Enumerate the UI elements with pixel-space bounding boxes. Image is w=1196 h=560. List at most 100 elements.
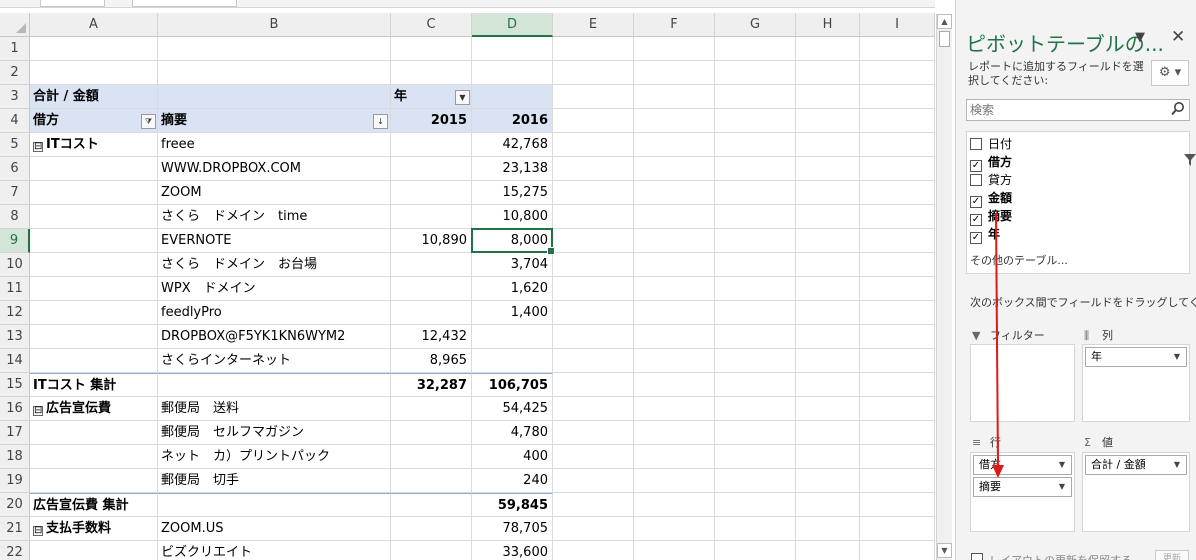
cell-d1[interactable] xyxy=(472,37,553,61)
cell-e6[interactable] xyxy=(553,157,634,181)
collapse-icon[interactable]: ⊟ xyxy=(33,142,43,152)
row-header[interactable]: 21 xyxy=(0,517,30,541)
cell-a5[interactable]: ⊟ ITコスト xyxy=(30,133,158,157)
cell-b7[interactable]: ZOOM xyxy=(158,181,391,205)
cell-e3[interactable] xyxy=(553,85,634,109)
cell-b5[interactable]: freee xyxy=(158,133,391,157)
column-header-b[interactable]: B xyxy=(158,13,391,37)
checkbox-icon[interactable] xyxy=(970,174,982,186)
cell-a1[interactable] xyxy=(30,37,158,61)
cell-i16[interactable] xyxy=(860,397,935,421)
chevron-down-icon[interactable]: ▼ xyxy=(1174,348,1180,366)
cell-i15[interactable] xyxy=(860,373,935,397)
cell-a20[interactable]: 広告宣伝費 集計 xyxy=(30,493,158,517)
cell-g1[interactable] xyxy=(715,37,796,61)
cell-d6[interactable]: 23,138 xyxy=(472,157,553,181)
cell-c15[interactable]: 32,287 xyxy=(391,373,472,397)
cell-f3[interactable] xyxy=(634,85,715,109)
scroll-down-icon[interactable]: ▼ xyxy=(937,543,952,558)
cell-d9[interactable]: 8,000 xyxy=(472,229,553,253)
cell-f8[interactable] xyxy=(634,205,715,229)
cell-e8[interactable] xyxy=(553,205,634,229)
collapse-icon[interactable]: ⊟ xyxy=(33,406,43,416)
cell-d22[interactable]: 33,600 xyxy=(472,541,553,560)
cell-i17[interactable] xyxy=(860,421,935,445)
cell-i4[interactable] xyxy=(860,109,935,133)
cell-e15[interactable] xyxy=(553,373,634,397)
cell-e5[interactable] xyxy=(553,133,634,157)
cell-a6[interactable] xyxy=(30,157,158,181)
cell-g2[interactable] xyxy=(715,61,796,85)
chevron-down-icon[interactable]: ▼ xyxy=(1135,30,1145,45)
row-header[interactable]: 7 xyxy=(0,181,30,205)
cell-d18[interactable]: 400 xyxy=(472,445,553,469)
cell-b11[interactable]: WPX ドメイン xyxy=(158,277,391,301)
cell-h9[interactable] xyxy=(796,229,860,253)
cell-b10[interactable]: さくら ドメイン お台場 xyxy=(158,253,391,277)
cell-a4[interactable]: 借方 xyxy=(30,109,158,133)
cell-g18[interactable] xyxy=(715,445,796,469)
cell-h13[interactable] xyxy=(796,325,860,349)
search-icon[interactable] xyxy=(1170,101,1186,117)
cell-c22[interactable] xyxy=(391,541,472,560)
cell-d15[interactable]: 106,705 xyxy=(472,373,553,397)
cell-g7[interactable] xyxy=(715,181,796,205)
cell-e14[interactable] xyxy=(553,349,634,373)
cell-c5[interactable] xyxy=(391,133,472,157)
row-header[interactable]: 18 xyxy=(0,445,30,469)
cell-d12[interactable]: 1,400 xyxy=(472,301,553,325)
cell-d5[interactable]: 42,768 xyxy=(472,133,553,157)
cell-h8[interactable] xyxy=(796,205,860,229)
cell-f2[interactable] xyxy=(634,61,715,85)
cell-i6[interactable] xyxy=(860,157,935,181)
cell-e16[interactable] xyxy=(553,397,634,421)
cell-b2[interactable] xyxy=(158,61,391,85)
cell-f21[interactable] xyxy=(634,517,715,541)
cell-i10[interactable] xyxy=(860,253,935,277)
cell-c11[interactable] xyxy=(391,277,472,301)
cell-d3[interactable] xyxy=(472,85,553,109)
cell-a9[interactable] xyxy=(30,229,158,253)
cell-h12[interactable] xyxy=(796,301,860,325)
cell-e10[interactable] xyxy=(553,253,634,277)
cell-f11[interactable] xyxy=(634,277,715,301)
cell-h15[interactable] xyxy=(796,373,860,397)
cell-e22[interactable] xyxy=(553,541,634,560)
cell-i11[interactable] xyxy=(860,277,935,301)
cell-d10[interactable]: 3,704 xyxy=(472,253,553,277)
cell-e2[interactable] xyxy=(553,61,634,85)
cell-b4[interactable]: 摘要 xyxy=(158,109,391,133)
cell-e11[interactable] xyxy=(553,277,634,301)
cell-h14[interactable] xyxy=(796,349,860,373)
field-item[interactable]: ✓ 金額 xyxy=(970,190,1012,208)
column-header-d[interactable]: D xyxy=(472,13,553,37)
checkbox-checked-icon[interactable]: ✓ xyxy=(970,196,982,208)
field-item[interactable]: ✓ 摘要 xyxy=(970,208,1012,226)
cell-h1[interactable] xyxy=(796,37,860,61)
cell-f17[interactable] xyxy=(634,421,715,445)
row-header[interactable]: 11 xyxy=(0,277,30,301)
row-header[interactable]: 8 xyxy=(0,205,30,229)
cell-a17[interactable] xyxy=(30,421,158,445)
cell-g13[interactable] xyxy=(715,325,796,349)
cell-e4[interactable] xyxy=(553,109,634,133)
row-field-pill[interactable]: 摘要 ▼ xyxy=(973,477,1072,497)
cell-d4[interactable]: 2016 xyxy=(472,109,553,133)
cell-e13[interactable] xyxy=(553,325,634,349)
cell-e20[interactable] xyxy=(553,493,634,517)
cell-f13[interactable] xyxy=(634,325,715,349)
row-header[interactable]: 17 xyxy=(0,421,30,445)
cell-g12[interactable] xyxy=(715,301,796,325)
cell-f18[interactable] xyxy=(634,445,715,469)
cell-a2[interactable] xyxy=(30,61,158,85)
cell-c4[interactable]: 2015 xyxy=(391,109,472,133)
cell-e21[interactable] xyxy=(553,517,634,541)
cell-d16[interactable]: 54,425 xyxy=(472,397,553,421)
cell-f16[interactable] xyxy=(634,397,715,421)
cell-i14[interactable] xyxy=(860,349,935,373)
cell-h21[interactable] xyxy=(796,517,860,541)
cell-a22[interactable] xyxy=(30,541,158,560)
column-header-i[interactable]: I xyxy=(860,13,935,37)
cell-i12[interactable] xyxy=(860,301,935,325)
column-header-c[interactable]: C xyxy=(391,13,472,37)
